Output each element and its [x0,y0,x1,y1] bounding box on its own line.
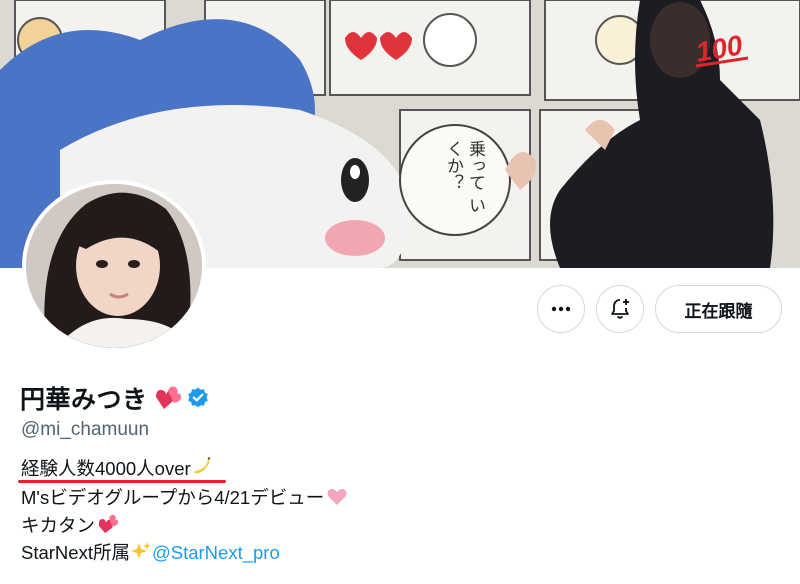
speech-bubble-text: 乗って いくか？ [443,140,485,214]
bio-highlight-underline [18,480,226,483]
banana-emoji-icon [193,457,211,474]
heart-emoji-icon [155,386,181,409]
following-button[interactable]: 正在跟隨 [655,285,782,333]
notification-add-icon [611,299,629,319]
starnext-mention-link[interactable]: @StarNext_pro [152,542,280,563]
bio-line-2-text: M'sビデオグループから4/21デビュー [21,487,325,508]
bio-line-4: StarNext所属 @StarNext_pro [21,541,280,565]
bio-line-2: M'sビデオグループから4/21デビュー [21,486,348,510]
bio-line-1: 経験人数4000人over [21,457,213,481]
profile-name-row: 円華みつき [20,380,210,416]
bio-line-1-text: 経験人数4000人over [21,458,191,479]
more-icon [551,306,571,312]
profile-handle: @mi_chamuun [21,419,150,440]
display-name: 円華みつき [20,386,148,414]
more-button[interactable] [537,285,585,333]
bio-line-3: キカタン [21,514,119,538]
notifications-button[interactable] [596,285,644,333]
two-hearts-emoji-icon [98,514,119,533]
avatar-photo [26,184,202,348]
verified-badge-icon [187,387,208,408]
pink-heart-emoji-icon [327,488,347,505]
bio-line-3-text: キカタン [21,515,96,536]
sparkles-emoji-icon [130,542,151,559]
bio-line-4-text: StarNext所属 [21,542,130,563]
profile-avatar[interactable] [22,180,206,352]
